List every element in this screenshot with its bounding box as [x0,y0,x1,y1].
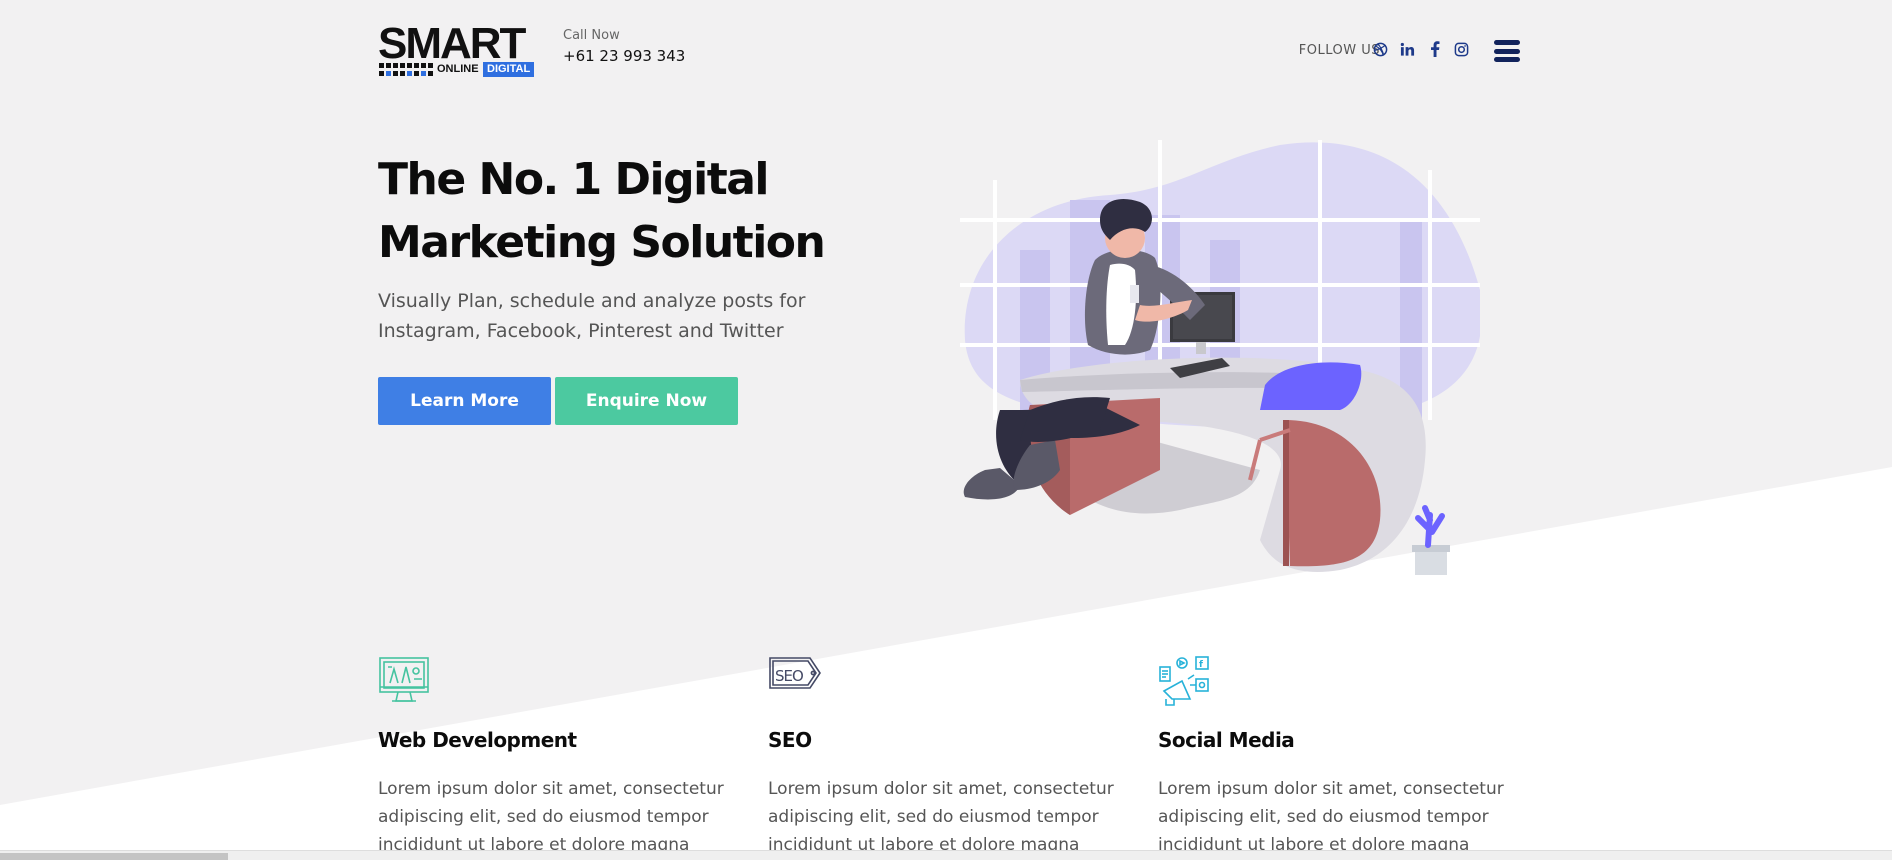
logo-digital-badge: DIGITAL [483,62,535,77]
hero-title: The No. 1 Digital Marketing Solution [378,148,938,274]
page: SMART ONLINE DIGITAL Call Now +61 23 993… [0,0,1892,860]
monitor-design-icon [379,657,429,702]
social-links [1372,40,1470,58]
social-megaphone-icon: f [1159,656,1209,706]
service-social-media: f Social Media Lorem ipsum dolor sit ame… [1158,655,1518,859]
learn-more-button[interactable]: Learn More [378,377,551,425]
linkedin-icon[interactable] [1399,40,1416,58]
hero-illustration [960,140,1480,575]
site-header: SMART ONLINE DIGITAL Call Now +61 23 993… [378,19,1520,80]
logo-online-text: ONLINE [437,63,479,75]
scrollbar-thumb[interactable] [0,853,228,860]
service-title: Social Media [1158,728,1295,752]
service-description: Lorem ipsum dolor sit amet, consectetur … [378,779,724,855]
service-title: SEO [768,728,812,752]
hero-title-line1: The No. 1 Digital [378,154,770,205]
seo-tag-icon: SEO [769,657,821,689]
service-description: Lorem ipsum dolor sit amet, consectetur … [768,779,1114,855]
svg-text:f: f [1199,660,1203,670]
logo-pixel-pattern [379,63,433,76]
service-description: Lorem ipsum dolor sit amet, consectetur … [1158,779,1504,855]
menu-bar [1494,40,1520,45]
enquire-now-button[interactable]: Enquire Now [555,377,738,425]
svg-text:SEO: SEO [775,667,803,685]
hero-subtitle: Visually Plan, schedule and analyze post… [378,290,806,342]
call-now-label: Call Now [563,28,620,43]
menu-bar [1494,48,1520,54]
phone-number[interactable]: +61 23 993 343 [563,45,685,67]
hero-title-line2: Marketing Solution [378,217,826,268]
follow-us-label: FOLLOW US [1298,43,1380,58]
hamburger-menu-icon[interactable] [1494,40,1520,62]
service-web-development: Web Development Lorem ipsum dolor sit am… [378,655,738,859]
menu-bar [1494,57,1520,62]
service-seo: SEO SEO Lorem ipsum dolor sit amet, cons… [768,655,1128,859]
horizontal-scrollbar[interactable] [0,850,1892,860]
dribbble-icon[interactable] [1372,40,1389,58]
instagram-icon[interactable] [1453,40,1470,58]
call-now: Call Now +61 23 993 343 [563,27,685,67]
facebook-icon[interactable] [1426,40,1443,58]
logo[interactable]: SMART ONLINE DIGITAL [378,19,536,80]
service-title: Web Development [378,728,577,752]
